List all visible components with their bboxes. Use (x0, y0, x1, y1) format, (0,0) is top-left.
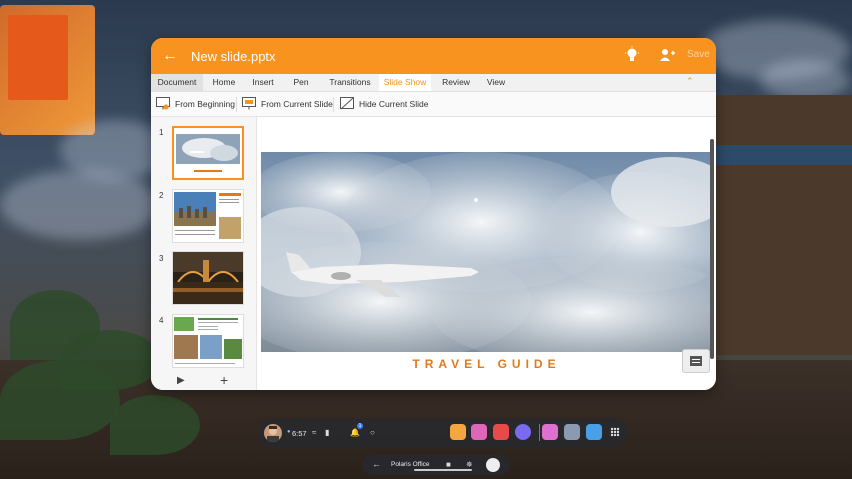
polaris-office-app-icon[interactable] (586, 424, 602, 440)
slide-number: 1 (159, 128, 164, 137)
avatar[interactable] (264, 424, 282, 442)
clock-time: 6:57 (292, 429, 307, 438)
slide-thumbnail-3[interactable] (172, 251, 244, 305)
window-mode-icon[interactable]: ■ (446, 460, 451, 469)
gallery-app-icon[interactable] (542, 424, 558, 440)
hide-current-slide-button[interactable]: Hide Current Slide (340, 96, 430, 112)
tab-pen[interactable]: Pen (286, 74, 316, 91)
slide-number: 3 (159, 254, 164, 263)
slide-title-text: TRAVEL GUIDE (412, 357, 561, 371)
tab-home[interactable]: Home (206, 74, 242, 91)
collapse-ribbon-icon[interactable]: ⌃ (686, 76, 696, 86)
vertical-scrollbar[interactable] (710, 139, 714, 359)
from-current-slide-button[interactable]: From Current Slide (242, 96, 333, 112)
slideshow-start-icon (156, 97, 170, 110)
tab-view[interactable]: View (481, 74, 511, 91)
brightness-icon[interactable]: ✵ (466, 460, 473, 469)
background-wall (715, 95, 852, 355)
thumbnail-footer: ▶ + (151, 372, 256, 390)
browser-app-icon[interactable] (515, 424, 531, 440)
tab-document[interactable]: Document (151, 74, 203, 91)
tab-transitions[interactable]: Transitions (326, 74, 374, 91)
play-icon[interactable]: ▶ (177, 375, 185, 386)
dot-icon: ● (287, 429, 291, 435)
lock-app-icon[interactable] (450, 424, 466, 440)
title-bar: ← New slide.pptx Save (151, 38, 716, 74)
controller-icon[interactable]: ○ (370, 428, 375, 437)
document-title: New slide.pptx (191, 49, 276, 64)
add-slide-icon[interactable]: + (220, 372, 228, 388)
wifi-icon: ≈ (312, 428, 317, 437)
back-arrow-icon[interactable]: ← (161, 47, 179, 65)
slideshow-current-icon (242, 97, 256, 110)
notification-badge: 1 (357, 423, 363, 429)
app-window: ← New slide.pptx Save Document Home Inse… (151, 38, 716, 390)
add-person-icon[interactable] (659, 47, 675, 63)
slide-thumbnail-4[interactable] (172, 314, 244, 368)
window-drag-handle[interactable] (414, 469, 472, 471)
home-icon[interactable] (486, 458, 500, 472)
notifications-icon[interactable]: 🔔 (350, 428, 360, 437)
lightbulb-icon[interactable] (625, 46, 639, 64)
hide-slide-icon (340, 97, 354, 110)
slide-number: 4 (159, 316, 164, 325)
app-grid-icon[interactable] (610, 427, 620, 437)
slide-thumbnail-2[interactable] (172, 189, 244, 243)
notes-button[interactable] (682, 349, 710, 373)
tab-review[interactable]: Review (437, 74, 475, 91)
battery-icon: ▮ (325, 428, 330, 437)
slide-image (261, 152, 712, 352)
system-dock: ● 6:57 ≈ ▮ 🔔 1 ○ (258, 418, 628, 448)
save-button[interactable]: Save (687, 49, 710, 60)
chat-app-icon[interactable] (471, 424, 487, 440)
tab-slide-show[interactable]: Slide Show (379, 74, 431, 91)
ribbon-toolbar: From Beginning From Current Slide Hide C… (151, 92, 716, 117)
slide-thumbnail-1[interactable] (172, 126, 244, 180)
settings-app-icon[interactable] (564, 424, 580, 440)
from-beginning-button[interactable]: From Beginning (156, 96, 236, 112)
slide-canvas[interactable]: TRAVEL GUIDE (257, 117, 716, 390)
taskbar-app-name: Polaris Office (391, 461, 430, 468)
ribbon-tabs: Document Home Insert Pen Transitions Sli… (151, 74, 716, 92)
tab-insert[interactable]: Insert (246, 74, 280, 91)
slide-thumbnail-panel: 1 2 3 4 ▶ + (151, 117, 257, 390)
window-taskbar: ← Polaris Office ■ ✵ (362, 455, 510, 475)
slide-number: 2 (159, 191, 164, 200)
notes-icon (690, 356, 702, 366)
background-orange-panel (0, 5, 95, 135)
camera-app-icon[interactable] (493, 424, 509, 440)
back-arrow-icon[interactable]: ← (372, 459, 381, 469)
